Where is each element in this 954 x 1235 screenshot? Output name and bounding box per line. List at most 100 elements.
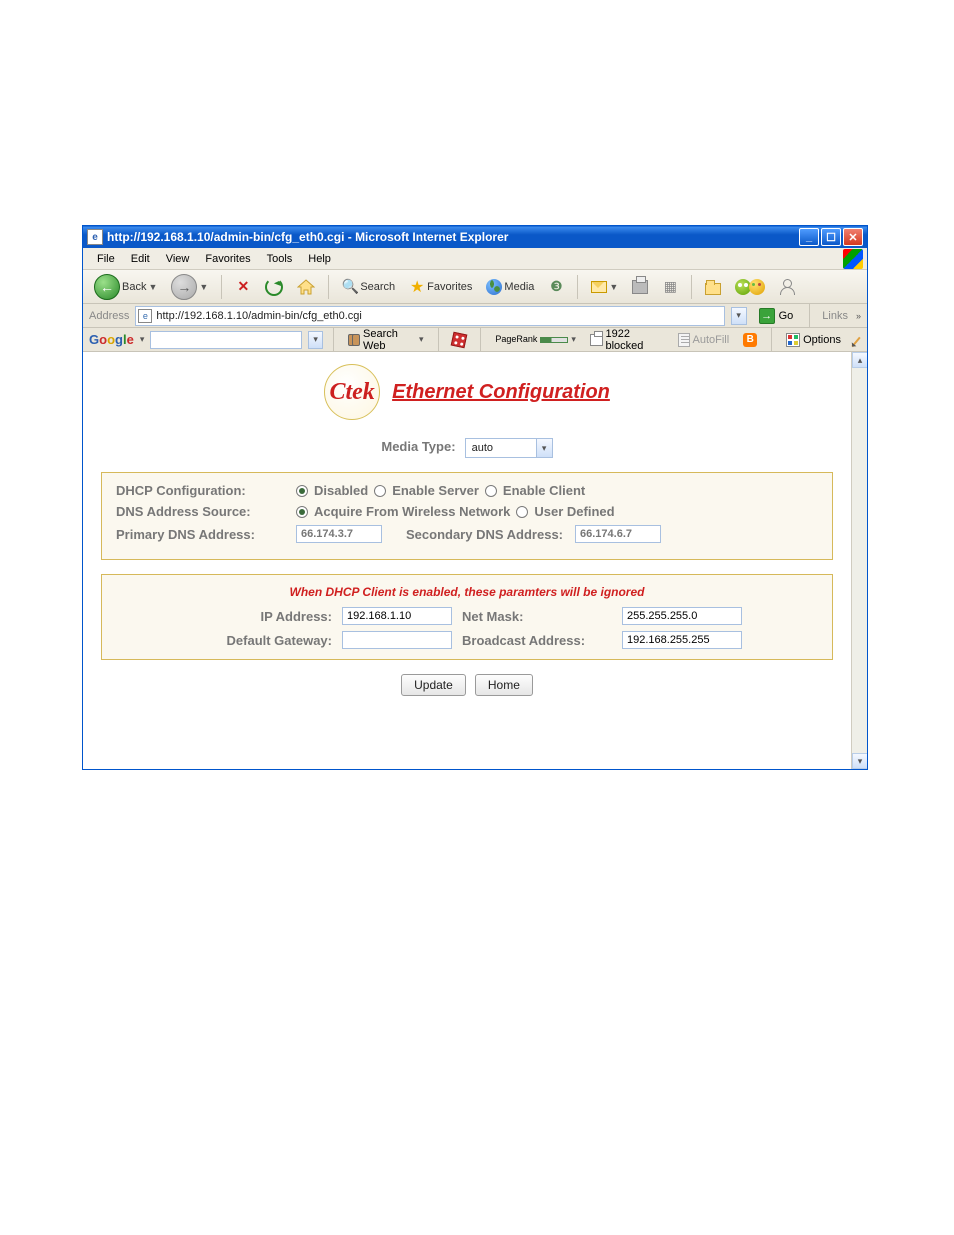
google-search-input[interactable] (150, 331, 302, 349)
ip-panel: When DHCP Client is enabled, these param… (101, 574, 833, 660)
netmask-input[interactable]: 255.255.255.0 (622, 607, 742, 625)
chevron-down-icon: ▼ (148, 282, 157, 292)
scroll-down-button[interactable]: ▾ (852, 753, 867, 769)
update-button[interactable]: Update (401, 674, 466, 696)
address-dropdown[interactable]: ▾ (731, 307, 747, 325)
go-button[interactable]: → Go (753, 306, 800, 326)
highlight-button[interactable] (851, 334, 861, 346)
blogger-button[interactable]: B (739, 333, 761, 347)
dhcp-disabled-radio[interactable] (296, 485, 308, 497)
edit-button[interactable]: ▦ (657, 274, 683, 300)
media-button[interactable]: Media (481, 274, 539, 300)
chevron-up-icon: ▴ (858, 355, 863, 366)
chevron-down-icon[interactable]: ▾ (140, 334, 145, 345)
minimize-button[interactable]: _ (799, 228, 819, 246)
search-web-button[interactable]: Search Web ▾ (344, 328, 428, 352)
separator (328, 275, 329, 299)
broadcast-label: Broadcast Address: (462, 633, 612, 648)
lucky-button[interactable] (448, 333, 470, 347)
print-button[interactable] (627, 274, 653, 300)
printer-icon (632, 280, 648, 294)
pagerank-bar-icon (540, 337, 568, 343)
dhcp-disabled-label: Disabled (314, 483, 368, 498)
dns-acquire-label: Acquire From Wireless Network (314, 504, 510, 519)
google-toolbar: Google ▾ ▾ Search Web ▾ PageRank ▾ 1922 … (83, 328, 867, 352)
dhcp-enable-client-label: Enable Client (503, 483, 585, 498)
history-button[interactable]: ❸ (543, 274, 569, 300)
google-search-dropdown[interactable]: ▾ (308, 331, 323, 349)
default-gateway-label: Default Gateway: (192, 633, 332, 648)
refresh-button[interactable] (260, 274, 288, 300)
close-button[interactable]: ✕ (843, 228, 863, 246)
mail-button[interactable]: ▼ (586, 274, 623, 300)
dhcp-config-label: DHCP Configuration: (116, 483, 296, 498)
person-button[interactable] (774, 274, 800, 300)
separator (809, 304, 810, 328)
maximize-button[interactable]: ☐ (821, 228, 841, 246)
links-chevron-icon[interactable]: » (856, 311, 861, 321)
home-page-button[interactable]: Home (475, 674, 533, 696)
dhcp-enable-server-radio[interactable] (374, 485, 386, 497)
dns-acquire-radio[interactable] (296, 506, 308, 518)
dns-userdef-radio[interactable] (516, 506, 528, 518)
default-gateway-input[interactable] (342, 631, 452, 649)
page-icon: e (138, 309, 152, 323)
media-type-select[interactable]: auto ▾ (465, 438, 553, 458)
autofill-button[interactable]: AutoFill (674, 333, 734, 347)
favorites-button[interactable]: ★ Favorites (404, 274, 477, 300)
separator (771, 328, 772, 352)
secondary-dns-input[interactable]: 66.174.6.7 (575, 525, 661, 543)
scrollbar[interactable]: ▴ ▾ (851, 352, 867, 769)
content-area: ▴ ▾ Ctek Ethernet Configuration Media Ty… (83, 352, 867, 769)
chevron-down-icon: ▾ (536, 439, 552, 457)
chevron-down-icon: ▾ (419, 334, 424, 345)
dhcp-client-hint: When DHCP Client is enabled, these param… (116, 585, 818, 599)
forward-button[interactable]: → ▼ (166, 274, 213, 300)
person-icon (780, 279, 794, 295)
refresh-icon (265, 278, 283, 296)
pagerank-button[interactable]: PageRank ▾ (491, 334, 580, 345)
home-button[interactable] (292, 274, 320, 300)
menu-tools[interactable]: Tools (259, 251, 301, 267)
scroll-up-button[interactable]: ▴ (852, 352, 867, 368)
media-type-value: auto (466, 442, 536, 454)
media-type-label: Media Type: (381, 439, 455, 454)
dhcp-enable-client-radio[interactable] (485, 485, 497, 497)
back-button[interactable]: ← Back ▼ (89, 274, 162, 300)
titlebar: e http://192.168.1.10/admin-bin/cfg_eth0… (83, 226, 867, 248)
window-title: http://192.168.1.10/admin-bin/cfg_eth0.c… (107, 230, 799, 244)
links-label[interactable]: Links (820, 310, 850, 322)
primary-dns-label: Primary DNS Address: (116, 527, 296, 542)
separator (438, 328, 439, 352)
menu-help[interactable]: Help (300, 251, 339, 267)
menu-view[interactable]: View (158, 251, 198, 267)
address-input[interactable]: e http://192.168.1.10/admin-bin/cfg_eth0… (135, 306, 724, 326)
search-button[interactable]: 🔍 Search (337, 274, 400, 300)
popup-blocker-button[interactable]: 1922 blocked (586, 328, 668, 352)
primary-dns-input[interactable]: 66.174.3.7 (296, 525, 382, 543)
menu-edit[interactable]: Edit (123, 251, 158, 267)
menu-favorites[interactable]: Favorites (197, 251, 258, 267)
page-title: Ethernet Configuration (392, 381, 610, 404)
dns-source-label: DNS Address Source: (116, 504, 296, 519)
star-icon: ★ (409, 279, 425, 295)
messenger-button[interactable] (730, 274, 770, 300)
menubar: File Edit View Favorites Tools Help (83, 248, 867, 270)
dice-icon (451, 331, 468, 348)
primary-dns-value: 66.174.3.7 (301, 528, 353, 540)
page-icon: e (87, 229, 103, 245)
pagerank-label: PageRank (495, 335, 537, 344)
google-logo[interactable]: Google (89, 332, 134, 347)
options-label: Options (803, 334, 841, 346)
options-button[interactable]: Options (782, 333, 845, 347)
blogger-icon: B (743, 333, 757, 347)
ip-address-value: 192.168.1.10 (347, 610, 411, 622)
menu-file[interactable]: File (89, 251, 123, 267)
separator (691, 275, 692, 299)
forward-arrow-icon: → (171, 274, 197, 300)
stop-button[interactable]: ✕ (230, 274, 256, 300)
ip-address-input[interactable]: 192.168.1.10 (342, 607, 452, 625)
binoculars-icon (348, 334, 360, 346)
folder-button[interactable] (700, 274, 726, 300)
broadcast-input[interactable]: 192.168.255.255 (622, 631, 742, 649)
